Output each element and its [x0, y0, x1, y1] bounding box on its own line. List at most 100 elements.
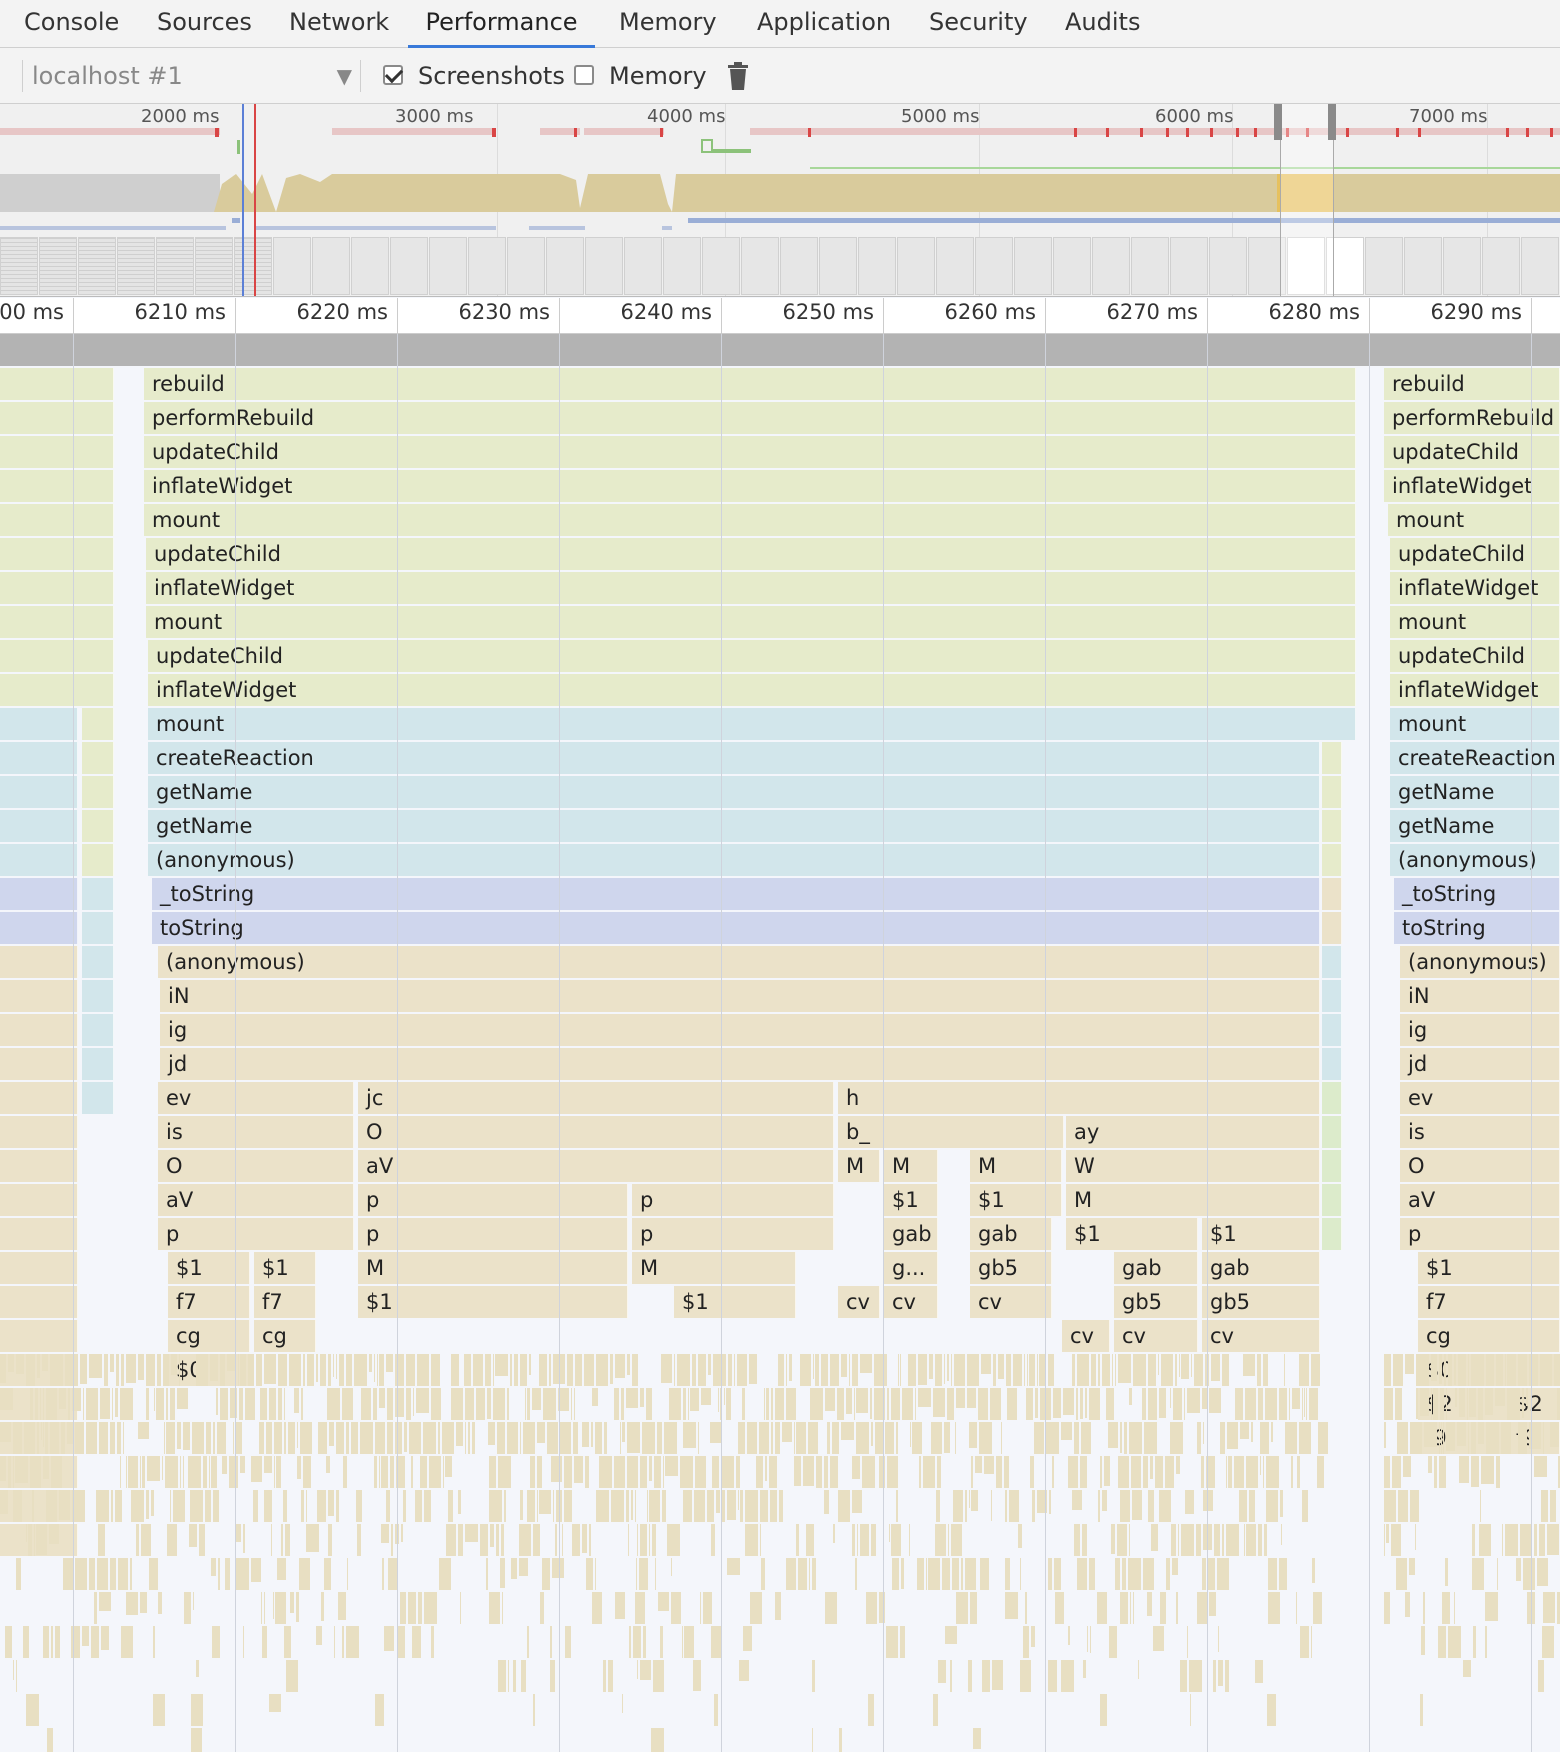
call-frame — [860, 1524, 869, 1556]
call-frame — [1258, 1524, 1262, 1556]
call-frame — [728, 1354, 732, 1386]
call-frame — [1424, 1422, 1437, 1447]
call-frame — [1468, 1354, 1469, 1386]
call-frame — [138, 1422, 149, 1439]
call-frame — [126, 1354, 136, 1383]
flame-chart[interactable]: rebuild performRebuild updateChild infla… — [0, 334, 1560, 1752]
call-frame — [636, 1558, 637, 1590]
call-frame — [671, 1592, 681, 1624]
call-frame — [507, 1422, 518, 1454]
call-frame — [649, 1490, 660, 1522]
call-frame — [901, 1558, 904, 1589]
tab-sources[interactable]: Sources — [157, 0, 252, 48]
call-frame — [849, 1354, 850, 1386]
tab-network[interactable]: Network — [289, 0, 389, 48]
call-frame — [206, 1422, 211, 1454]
screenshot-thumbnail — [468, 237, 506, 295]
screenshot-thumbnail — [234, 237, 272, 295]
tab-security[interactable]: Security — [929, 0, 1028, 48]
call-frame — [1225, 1660, 1229, 1692]
tab-memory[interactable]: Memory — [619, 0, 717, 48]
memory-checkbox[interactable] — [574, 65, 594, 85]
call-frame — [708, 1354, 711, 1375]
call-frame — [1005, 1490, 1007, 1522]
selection-handle-right[interactable] — [1328, 104, 1336, 140]
call-frame — [97, 1558, 108, 1590]
call-frame — [420, 1456, 427, 1488]
screenshot-thumbnail — [1521, 237, 1559, 295]
toolbar-divider — [22, 60, 23, 92]
call-frame — [660, 1626, 663, 1658]
call-frame — [1251, 1422, 1253, 1442]
call-frame — [1138, 1660, 1139, 1679]
call-frame — [307, 1354, 314, 1386]
call-frame — [1396, 1558, 1407, 1590]
call-frame — [412, 1626, 421, 1658]
call-frame — [233, 1422, 234, 1454]
call-frame — [1302, 1388, 1303, 1420]
call-frame — [43, 1388, 44, 1420]
call-frame — [1072, 1354, 1075, 1386]
call-frame — [1132, 1490, 1142, 1520]
call-frame — [153, 1694, 165, 1726]
call-frame — [1384, 1592, 1390, 1624]
selection-handle-left[interactable] — [1274, 104, 1282, 140]
call-frame — [41, 1422, 42, 1440]
trash-icon[interactable] — [727, 61, 749, 91]
call-frame — [476, 1388, 485, 1420]
call-frame — [1279, 1388, 1287, 1420]
tab-console[interactable]: Console — [24, 0, 119, 48]
call-frame — [510, 1354, 512, 1386]
call-frame — [1554, 1354, 1560, 1386]
tab-audits[interactable]: Audits — [1065, 0, 1140, 48]
call-frame — [1214, 1524, 1220, 1556]
call-frame — [83, 1388, 84, 1420]
call-frame — [216, 1388, 218, 1415]
call-frame — [489, 1456, 496, 1488]
call-frame — [1013, 1354, 1022, 1386]
call-frame — [387, 1422, 393, 1454]
call-frame — [942, 1558, 950, 1590]
call-frame — [640, 1524, 647, 1556]
call-frame — [188, 1456, 201, 1488]
call-frame — [1384, 1490, 1396, 1522]
call-frame — [417, 1354, 429, 1386]
call-frame — [16, 1558, 21, 1590]
memory-label[interactable]: Memory — [609, 60, 707, 92]
target-select[interactable]: localhost #1 ▼ — [32, 58, 352, 94]
call-frame — [149, 1558, 158, 1590]
call-frame — [1143, 1456, 1148, 1488]
call-frame — [116, 1354, 119, 1386]
call-frame — [1534, 1456, 1547, 1477]
call-frame — [973, 1728, 981, 1749]
call-frame — [532, 1388, 541, 1410]
call-frame — [956, 1592, 968, 1624]
call-frame — [693, 1660, 701, 1691]
screenshots-checkbox[interactable] — [383, 65, 403, 85]
call-frame — [1181, 1524, 1194, 1556]
tab-application[interactable]: Application — [757, 0, 891, 48]
call-frame — [354, 1354, 367, 1386]
call-frame — [211, 1456, 217, 1488]
call-frame — [26, 1524, 27, 1542]
call-frame — [110, 1422, 115, 1454]
call-frame — [1280, 1490, 1283, 1517]
call-frame — [126, 1592, 138, 1615]
selection-window[interactable] — [1280, 104, 1334, 296]
timeline-overview[interactable]: 2000 ms 3000 ms 4000 ms 5000 ms 6000 ms … — [0, 104, 1560, 297]
call-frame — [1416, 1354, 1429, 1386]
call-frame — [326, 1456, 330, 1473]
call-frame — [1131, 1456, 1141, 1488]
call-frame — [1299, 1422, 1311, 1454]
tab-performance[interactable]: Performance — [408, 0, 595, 48]
call-frame — [146, 1490, 149, 1519]
screenshots-label[interactable]: Screenshots — [418, 60, 565, 92]
call-frame — [614, 1388, 619, 1420]
call-frame — [1159, 1490, 1171, 1522]
call-frame — [898, 1354, 899, 1386]
call-frame — [13, 1456, 14, 1488]
ruler-tick: 6270 ms — [1106, 300, 1198, 324]
call-frame — [1444, 1354, 1446, 1386]
screenshot-thumbnail — [936, 237, 974, 295]
call-frame — [89, 1558, 95, 1590]
